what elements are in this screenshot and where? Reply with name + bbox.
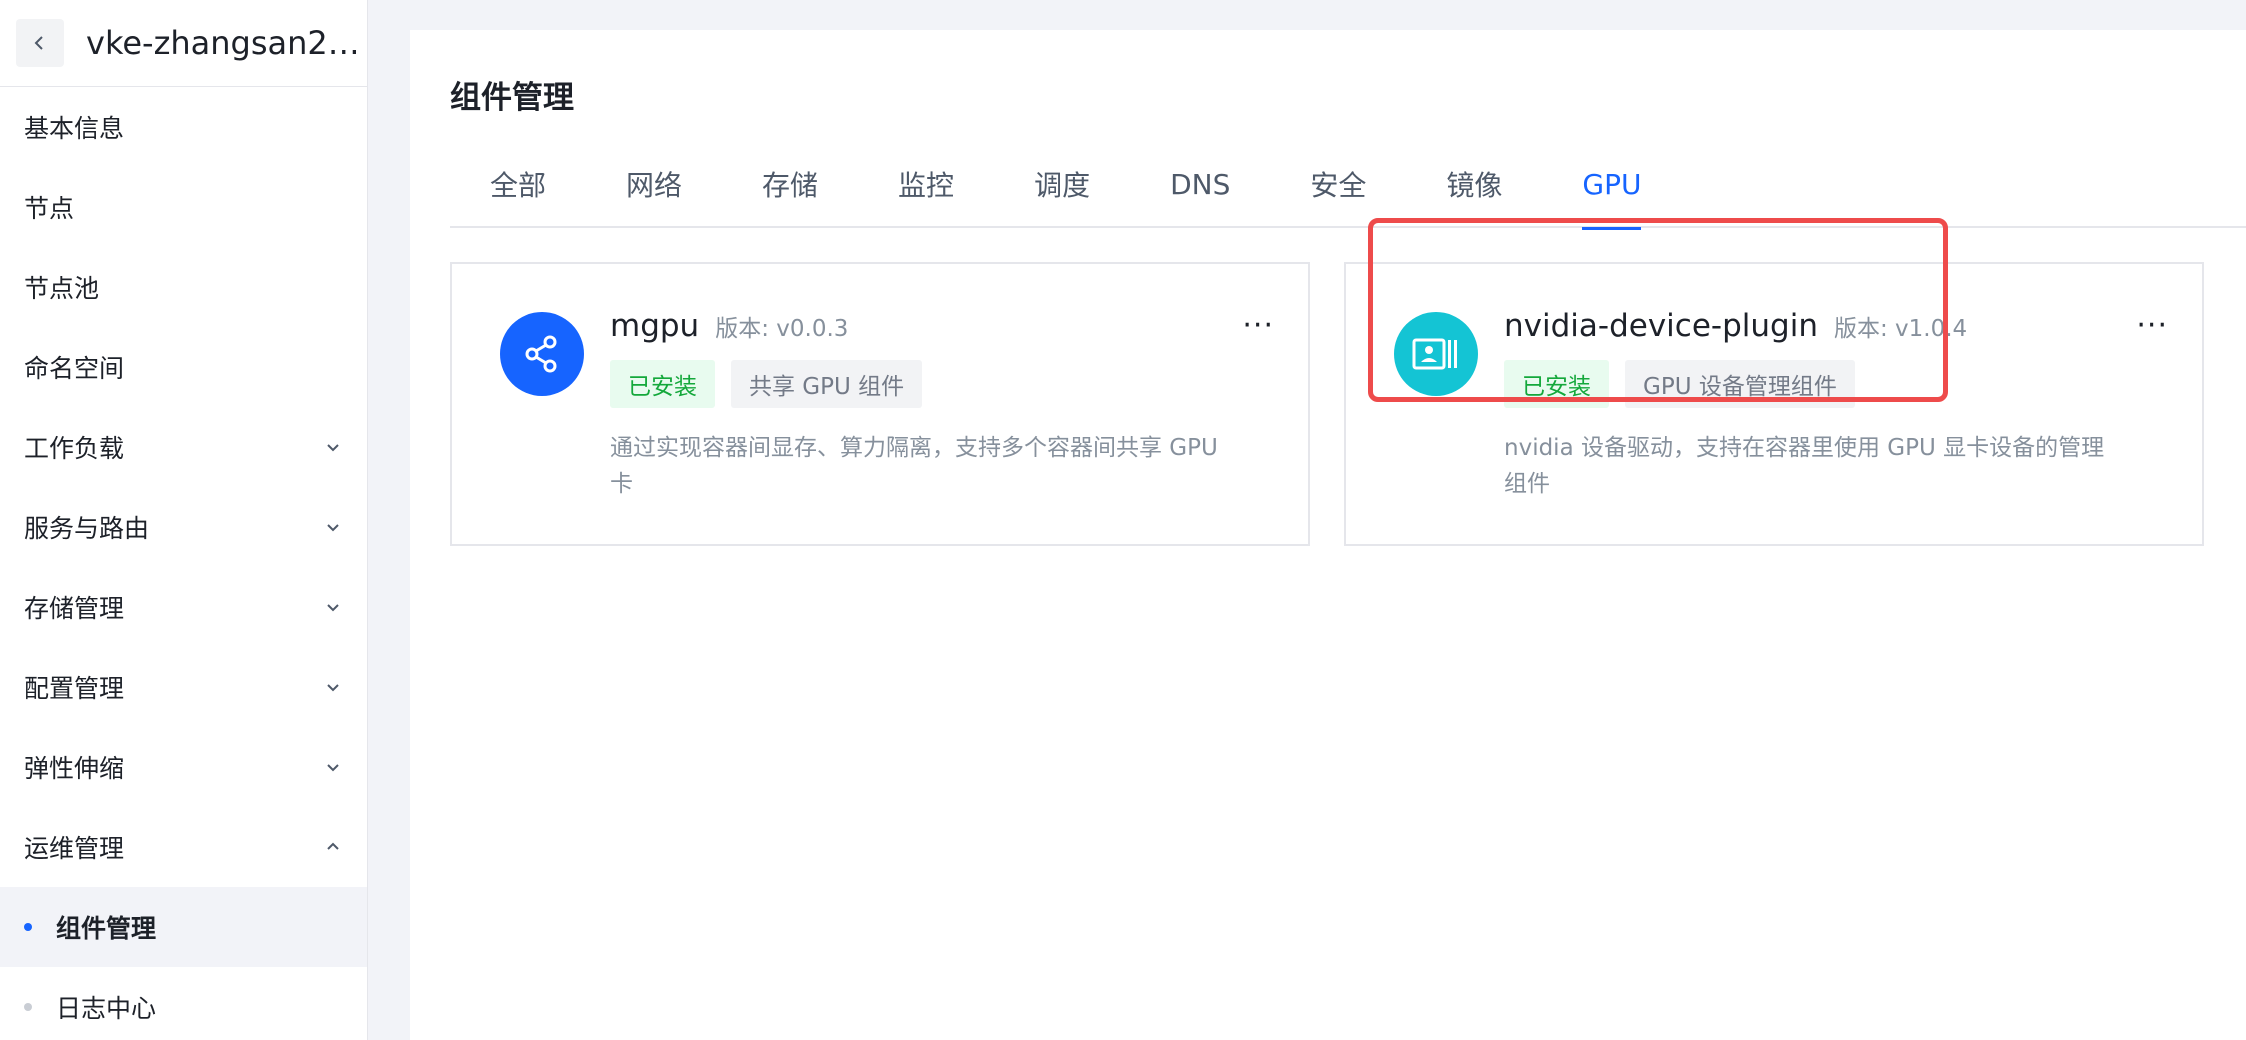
- sidebar-subitem-label: 组件管理: [56, 914, 157, 943]
- sidebar-subitem-logs[interactable]: 日志中心: [0, 967, 367, 1040]
- sidebar-item-nodes[interactable]: 节点: [0, 167, 367, 247]
- tab-image[interactable]: 镜像: [1406, 140, 1542, 228]
- sidebar-item-workloads[interactable]: 工作负载: [0, 407, 367, 487]
- sidebar-item-label: 配置管理: [24, 674, 125, 703]
- addon-name-row: mgpu 版本: v0.0.3: [610, 308, 848, 344]
- sidebar-item-label: 节点: [24, 194, 75, 223]
- sidebar-item-ops[interactable]: 运维管理: [0, 807, 367, 887]
- addon-name: nvidia-device-plugin: [1504, 308, 1818, 344]
- addon-tags: 已安装 共享 GPU 组件: [610, 360, 923, 408]
- sidebar-item-autoscaling[interactable]: 弹性伸缩: [0, 727, 367, 807]
- addon-tags: 已安装 GPU 设备管理组件: [1504, 360, 1855, 408]
- sidebar: vke-zhangsan2… 基本信息 节点 节点池 命名空间 工作负载 服务与…: [0, 0, 368, 1040]
- sidebar-item-label: 服务与路由: [24, 514, 150, 543]
- addon-card-mgpu[interactable]: mgpu 版本: v0.0.3 ··· 已安装 共享 GPU 组件 通过实现容器…: [450, 262, 1310, 546]
- sidebar-item-label: 工作负载: [24, 434, 125, 463]
- tab-scheduling[interactable]: 调度: [994, 140, 1130, 228]
- addon-description: nvidia 设备驱动，支持在容器里使用 GPU 显卡设备的管理组件: [1504, 435, 2105, 497]
- chevron-down-icon: [323, 437, 343, 457]
- tab-gpu[interactable]: GPU: [1542, 140, 1681, 230]
- more-actions-button[interactable]: ···: [2136, 308, 2168, 343]
- addon-version: 版本: v0.0.3: [715, 316, 849, 342]
- sidebar-item-storage[interactable]: 存储管理: [0, 567, 367, 647]
- sidebar-item-label: 运维管理: [24, 834, 125, 863]
- sidebar-subitem-addons[interactable]: 组件管理: [0, 887, 367, 967]
- status-badge: 已安装: [610, 360, 715, 408]
- chevron-down-icon: [323, 677, 343, 697]
- sidebar-item-label: 命名空间: [24, 354, 125, 383]
- page-title: 组件管理: [450, 80, 574, 116]
- chevron-down-icon: [323, 517, 343, 537]
- tab-network[interactable]: 网络: [586, 140, 722, 228]
- addon-version: 版本: v1.0.4: [1833, 316, 1968, 342]
- share-nodes-icon: [500, 312, 584, 396]
- addon-name-row: nvidia-device-plugin 版本: v1.0.4: [1504, 308, 1967, 344]
- inactive-dot: [24, 1003, 32, 1011]
- tab-all[interactable]: 全部: [450, 140, 586, 228]
- sidebar-item-label: 节点池: [24, 274, 100, 303]
- active-dot: [24, 923, 32, 931]
- sidebar-item-label: 基本信息: [24, 114, 125, 143]
- sidebar-item-config[interactable]: 配置管理: [0, 647, 367, 727]
- chevron-down-icon: [323, 757, 343, 777]
- sidebar-header: vke-zhangsan2…: [0, 0, 367, 87]
- cluster-name: vke-zhangsan2…: [86, 24, 356, 62]
- category-badge: GPU 设备管理组件: [1625, 360, 1855, 408]
- status-badge: 已安装: [1504, 360, 1609, 408]
- sidebar-item-services-routes[interactable]: 服务与路由: [0, 487, 367, 567]
- addon-card-nvidia-device-plugin[interactable]: nvidia-device-plugin 版本: v1.0.4 ··· 已安装 …: [1344, 262, 2204, 546]
- sidebar-subitem-label: 日志中心: [56, 994, 157, 1023]
- tab-security[interactable]: 安全: [1270, 140, 1406, 228]
- sidebar-item-namespaces[interactable]: 命名空间: [0, 327, 367, 407]
- device-card-icon: [1394, 312, 1478, 396]
- main-panel: 组件管理 全部 网络 存储 监控 调度 DNS 安全 镜像 GPU mgpu 版…: [410, 30, 2246, 1040]
- sidebar-item-basic-info[interactable]: 基本信息: [0, 87, 367, 167]
- sidebar-item-label: 弹性伸缩: [24, 754, 125, 783]
- addon-description: 通过实现容器间显存、算力隔离，支持多个容器间共享 GPU 卡: [610, 435, 1218, 497]
- back-button[interactable]: [16, 19, 64, 67]
- more-actions-button[interactable]: ···: [1242, 308, 1274, 343]
- tab-storage[interactable]: 存储: [722, 140, 858, 228]
- sidebar-item-label: 存储管理: [24, 594, 125, 623]
- category-badge: 共享 GPU 组件: [731, 360, 923, 408]
- sidebar-item-node-pools[interactable]: 节点池: [0, 247, 367, 327]
- chevron-left-icon: [34, 36, 43, 50]
- addon-name: mgpu: [610, 308, 700, 344]
- tab-dns[interactable]: DNS: [1130, 140, 1270, 228]
- chevron-up-icon: [323, 837, 343, 857]
- tab-monitoring[interactable]: 监控: [858, 140, 994, 228]
- category-tabs: 全部 网络 存储 监控 调度 DNS 安全 镜像 GPU: [450, 140, 2246, 230]
- chevron-down-icon: [323, 597, 343, 617]
